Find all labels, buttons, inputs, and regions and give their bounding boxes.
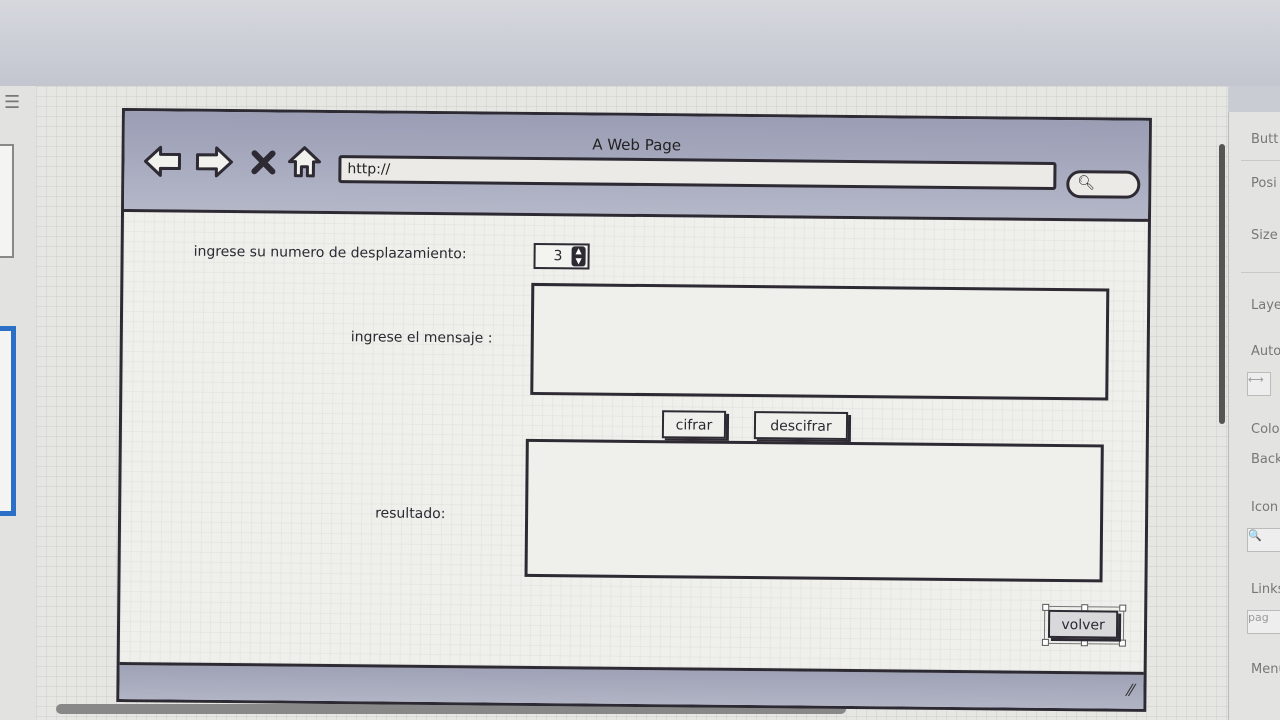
prop-label-button: Butt bbox=[1251, 132, 1279, 147]
auto-size-icon[interactable]: ⟷ bbox=[1247, 372, 1271, 396]
prop-label-position: Posi bbox=[1251, 176, 1277, 191]
resize-handle[interactable] bbox=[1119, 604, 1127, 612]
home-icon[interactable] bbox=[286, 145, 322, 179]
resize-grip-icon[interactable]: ⁄⁄ bbox=[1128, 681, 1134, 700]
decrypt-button[interactable]: descifrar bbox=[753, 411, 849, 440]
browser-status-bar: ⁄⁄ bbox=[119, 662, 1144, 709]
divider bbox=[1241, 272, 1280, 273]
page-thumbnails-panel: ☰ bbox=[0, 86, 37, 720]
prop-label-size: Size bbox=[1251, 228, 1278, 243]
page-thumbnail[interactable] bbox=[0, 144, 14, 258]
prop-label-background: Back bbox=[1251, 452, 1280, 467]
window-title: A Web Page bbox=[592, 135, 682, 155]
properties-panel: Butt Posi Size Laye Auto ⟷ Colo Back Ico… bbox=[1228, 112, 1280, 720]
prop-label-layer: Laye bbox=[1251, 298, 1280, 313]
shift-value: 3 bbox=[553, 248, 563, 265]
prop-label-links: Links bbox=[1251, 582, 1280, 597]
monitor-bezel bbox=[0, 0, 1280, 86]
search-field[interactable]: 🔍︎ bbox=[1066, 170, 1141, 199]
page-thumbnail-selected[interactable] bbox=[0, 326, 16, 516]
link-page-value: pag bbox=[1248, 611, 1269, 624]
message-textarea[interactable] bbox=[530, 282, 1110, 401]
browser-window-mockup: A Web Page http:// 🔍︎ ingrese su numero … bbox=[116, 108, 1152, 712]
arrow-left-icon[interactable] bbox=[142, 144, 182, 178]
prop-label-color: Colo bbox=[1251, 422, 1280, 437]
message-label: ingrese el mensaje : bbox=[350, 329, 493, 347]
resize-handle[interactable] bbox=[1080, 639, 1088, 647]
stepper-arrows-icon[interactable]: ▲ ▼ bbox=[571, 246, 586, 267]
divider bbox=[1241, 160, 1280, 161]
result-textarea[interactable] bbox=[524, 438, 1104, 583]
back-button[interactable]: volver bbox=[1047, 609, 1119, 639]
shift-number-stepper[interactable]: 3 ▲ ▼ bbox=[533, 242, 590, 270]
vertical-scrollbar[interactable] bbox=[1216, 124, 1226, 424]
prop-label-icon: Icon bbox=[1251, 500, 1279, 515]
close-icon[interactable] bbox=[250, 149, 276, 175]
resize-handle[interactable] bbox=[1118, 639, 1126, 647]
link-page-field[interactable]: pag bbox=[1247, 610, 1280, 634]
resize-handle[interactable] bbox=[1041, 638, 1049, 646]
result-label: resultado: bbox=[375, 505, 446, 523]
browser-chrome: A Web Page http:// 🔍︎ bbox=[124, 111, 1149, 222]
encrypt-button[interactable]: cifrar bbox=[661, 410, 727, 439]
menu-icon[interactable]: ☰ bbox=[4, 92, 20, 113]
shift-label: ingrese su numero de desplazamiento: bbox=[193, 243, 467, 263]
arrow-right-icon[interactable] bbox=[194, 145, 234, 179]
url-input[interactable]: http:// bbox=[338, 155, 1057, 190]
icon-search-field[interactable]: 🔍 bbox=[1247, 528, 1280, 552]
search-icon[interactable]: 🔍︎ bbox=[1077, 175, 1095, 191]
scrollbar-thumb[interactable] bbox=[1219, 144, 1225, 424]
prop-label-auto: Auto bbox=[1251, 344, 1280, 359]
prop-label-menu: Menu bbox=[1251, 662, 1280, 677]
